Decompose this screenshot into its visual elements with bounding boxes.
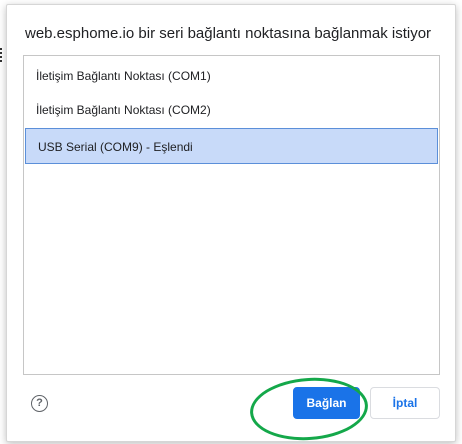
port-item-com1[interactable]: İletişim Bağlantı Noktası (COM1) (24, 58, 437, 94)
connect-button[interactable]: Bağlan (293, 387, 360, 419)
help-circle-icon[interactable]: ? (31, 395, 48, 412)
cancel-button[interactable]: İptal (370, 387, 440, 419)
port-item-label: USB Serial (COM9) - Eşlendi (38, 140, 193, 154)
serial-port-list[interactable]: İletişim Bağlantı Noktası (COM1) İletişi… (23, 55, 440, 375)
dialog-title: web.esphome.io bir seri bağlantı noktası… (25, 25, 432, 42)
port-item-label: İletişim Bağlantı Noktası (COM1) (36, 69, 211, 83)
port-item-com9[interactable]: USB Serial (COM9) - Eşlendi (25, 128, 438, 164)
port-item-com2[interactable]: İletişim Bağlantı Noktası (COM2) (24, 92, 437, 128)
port-item-label: İletişim Bağlantı Noktası (COM2) (36, 103, 211, 117)
serial-port-chooser-dialog: web.esphome.io bir seri bağlantı noktası… (6, 4, 456, 444)
